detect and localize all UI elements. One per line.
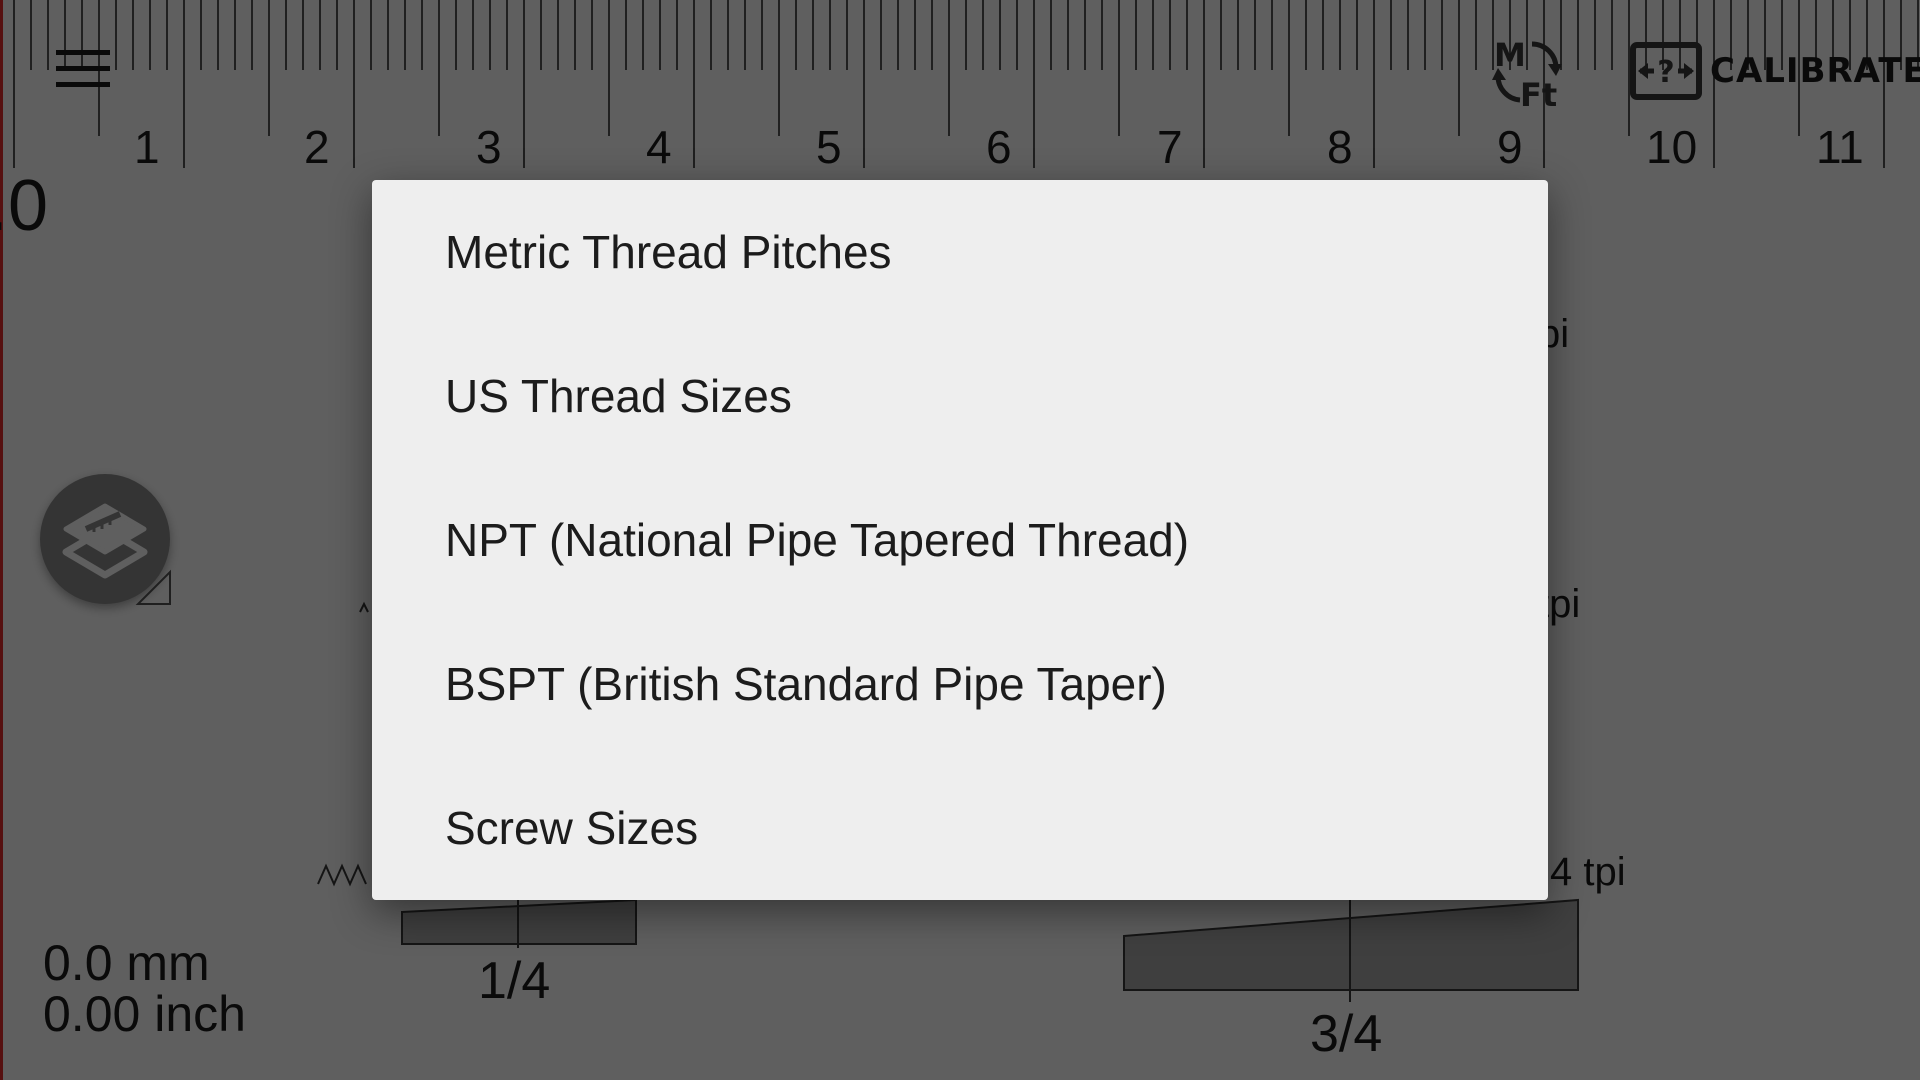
dialog-item-bspt[interactable]: BSPT (British Standard Pipe Taper) <box>372 612 1548 756</box>
dialog-item-npt[interactable]: NPT (National Pipe Tapered Thread) <box>372 468 1548 612</box>
thread-type-dialog: Metric Thread Pitches US Thread Sizes NP… <box>372 180 1548 900</box>
dialog-item-us-thread-sizes[interactable]: US Thread Sizes <box>372 324 1548 468</box>
dialog-item-screw-sizes[interactable]: Screw Sizes <box>372 756 1548 900</box>
dialog-item-metric-thread-pitches[interactable]: Metric Thread Pitches <box>372 180 1548 324</box>
